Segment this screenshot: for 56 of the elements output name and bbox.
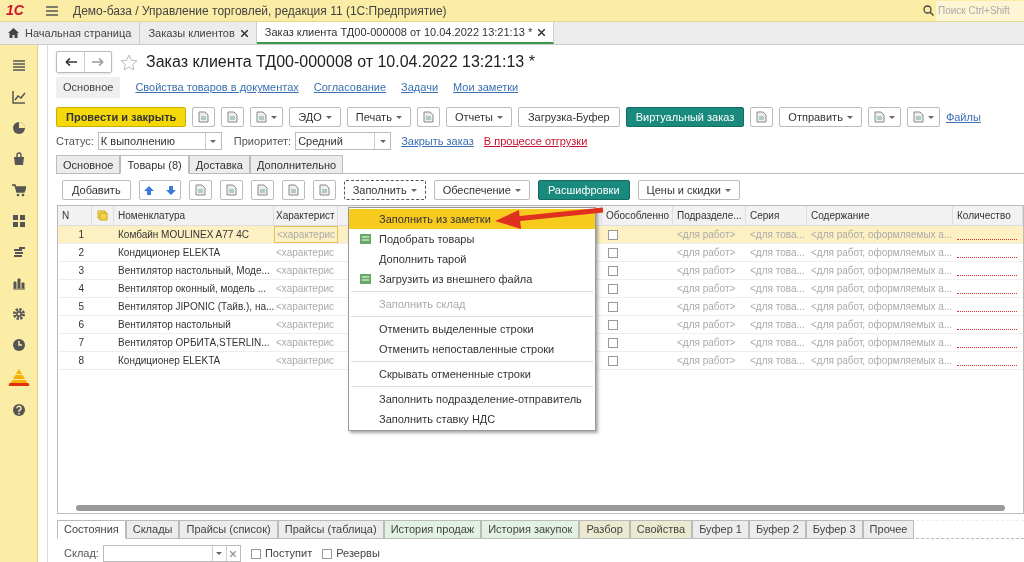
table-cell-text: Кондиционер ELEKTA: [117, 354, 222, 369]
table-cell-text: <характерис: [275, 282, 336, 297]
table-cell-text: <для работ, оформляемых а...: [810, 318, 953, 333]
field-label: Приоритет:: [233, 134, 292, 150]
table-cell-text: <для работ, оформляемых а...: [810, 300, 953, 315]
table-cell-text: <для работ, оформляемых а...: [810, 336, 953, 351]
table-cell-text: 3: [77, 264, 85, 279]
table-cell-text: 8: [77, 354, 85, 369]
table-cell-text: <для това...: [749, 318, 806, 333]
table-cell-text: <для това...: [749, 282, 806, 297]
field-label: Склад:: [64, 546, 99, 562]
table-cell-text: <для работ>: [676, 228, 737, 243]
table-cell-text: <для работ, оформляемых а...: [810, 282, 953, 297]
table-cell-text: <для това...: [749, 228, 806, 243]
table-cell-text: 2: [77, 246, 85, 261]
table-cell-text: 5: [77, 300, 85, 315]
table-cell-text: <для работ>: [676, 264, 737, 279]
table-cell-text: <характерис: [275, 354, 336, 369]
checkbox-label: Резервы: [336, 546, 380, 562]
table-cell-text: <для работ, оформляемых а...: [810, 228, 953, 243]
checkbox-label: Поступит: [264, 546, 313, 562]
table-cell-text: <для работ>: [676, 336, 737, 351]
table-cell-text: Комбайн MOULINEX A77 4C: [117, 228, 250, 243]
table-cell-text: <для работ, оформляемых а...: [810, 354, 953, 369]
table-cell-text: Кондиционер ELEKTA: [117, 246, 222, 261]
table-cell-text: <для работ>: [676, 246, 737, 261]
table-cell-text: <характерис: [275, 318, 336, 333]
table-cell-text: <для работ>: [676, 354, 737, 369]
table-cell-text: 6: [77, 318, 85, 333]
table-cell-text: <характерис: [275, 336, 336, 351]
table-cell-text: <для работ>: [676, 282, 737, 297]
table-cell-text: 7: [77, 336, 85, 351]
table-cell-text: Вентилятор оконный, модель ...: [117, 282, 267, 297]
table-cell-text: <для работ>: [676, 318, 737, 333]
table-cell-text: <для работ>: [676, 300, 737, 315]
table-cell-text: <для това...: [749, 354, 806, 369]
table-cell-text: <характерис: [275, 300, 336, 315]
table-cell-text: Вентилятор настольный: [117, 318, 232, 333]
document-title: Заказ клиента ТД00-000008 от 10.04.2022 13:21:13 *: [146, 52, 535, 72]
field-label: Статус:: [56, 134, 94, 150]
table-cell-text: Вентилятор настольный, Моде...: [117, 264, 271, 279]
table-cell-text: <для това...: [749, 336, 806, 351]
app-logo: 1С: [6, 1, 25, 20]
table-cell-text: <для това...: [749, 300, 806, 315]
table-cell-text: <для това...: [749, 264, 806, 279]
table-cell-text: 4: [77, 282, 85, 297]
window-title: Демо-база / Управление торговлей, редакция 11 (1С:Предприятие): [73, 2, 447, 20]
table-cell-text: <характерис: [275, 264, 336, 279]
table-cell-text: <характерис: [275, 246, 336, 261]
table-cell-text: <для работ, оформляемых а...: [810, 264, 953, 279]
table-cell: <характерис: [274, 226, 338, 244]
table-cell-text: <для това...: [749, 246, 806, 261]
table-cell-text: Вентилятор JIPONIC (Тайв.), на...: [117, 300, 274, 315]
table-cell-text: Вентилятор ОРБИТА,STERLIN...: [117, 336, 271, 351]
table-cell-text: 1: [77, 228, 85, 243]
table-cell-text: <для работ, оформляемых а...: [810, 246, 953, 261]
